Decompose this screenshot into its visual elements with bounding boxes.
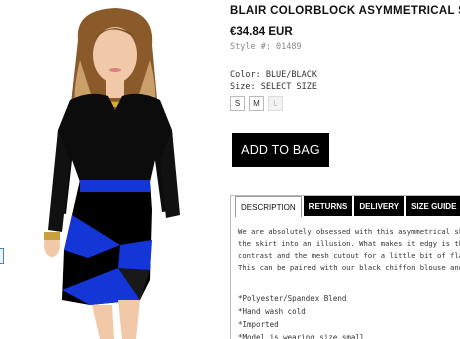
description-line: the skirt into an illusion. What makes i… xyxy=(238,239,460,248)
size-selector: S M L xyxy=(230,96,283,111)
detail-item: *Polyester/Spandex Blend xyxy=(238,294,347,303)
tab-size-guide[interactable]: SIZE GUIDE xyxy=(406,196,460,216)
size-option-l[interactable]: L xyxy=(268,96,283,111)
add-to-bag-button[interactable]: ADD TO BAG xyxy=(232,133,329,167)
description-line: We are absolutely obsessed with this asy… xyxy=(238,227,460,236)
tab-bar: DESCRIPTION RETURNS DELIVERY SIZE GUIDE xyxy=(235,196,460,217)
style-number: Style #: 01489 xyxy=(230,42,302,52)
size-label: Size: SELECT SIZE xyxy=(230,82,317,92)
product-details-list: *Polyester/Spandex Blend *Hand wash cold… xyxy=(238,292,364,339)
size-option-s[interactable]: S xyxy=(230,96,245,111)
model-illustration xyxy=(44,8,180,339)
product-title: BLAIR COLORBLOCK ASYMMETRICAL SKIRT xyxy=(230,5,460,17)
carousel-edge-handle[interactable] xyxy=(0,248,4,264)
description-line: This can be paired with our black chiffo… xyxy=(238,263,460,272)
description-line: contrast and the mesh cutout for a littl… xyxy=(238,251,460,260)
description-text: We are absolutely obsessed with this asy… xyxy=(238,226,460,274)
detail-item: *Hand wash cold xyxy=(238,307,306,316)
product-photo[interactable] xyxy=(0,0,220,339)
product-info-panel: BLAIR COLORBLOCK ASYMMETRICAL SKIRT €34.… xyxy=(230,0,460,339)
size-option-m[interactable]: M xyxy=(249,96,264,111)
tab-returns[interactable]: RETURNS xyxy=(303,196,353,216)
tab-description[interactable]: DESCRIPTION xyxy=(235,196,302,217)
detail-item: *Imported xyxy=(238,320,279,329)
product-price: €34.84 EUR xyxy=(230,26,293,38)
product-tabs-panel: DESCRIPTION RETURNS DELIVERY SIZE GUIDE … xyxy=(230,195,460,339)
tab-delivery[interactable]: DELIVERY xyxy=(354,196,405,216)
color-label: Color: BLUE/BLACK xyxy=(230,70,317,80)
detail-item: *Model is wearing size small xyxy=(238,333,365,339)
